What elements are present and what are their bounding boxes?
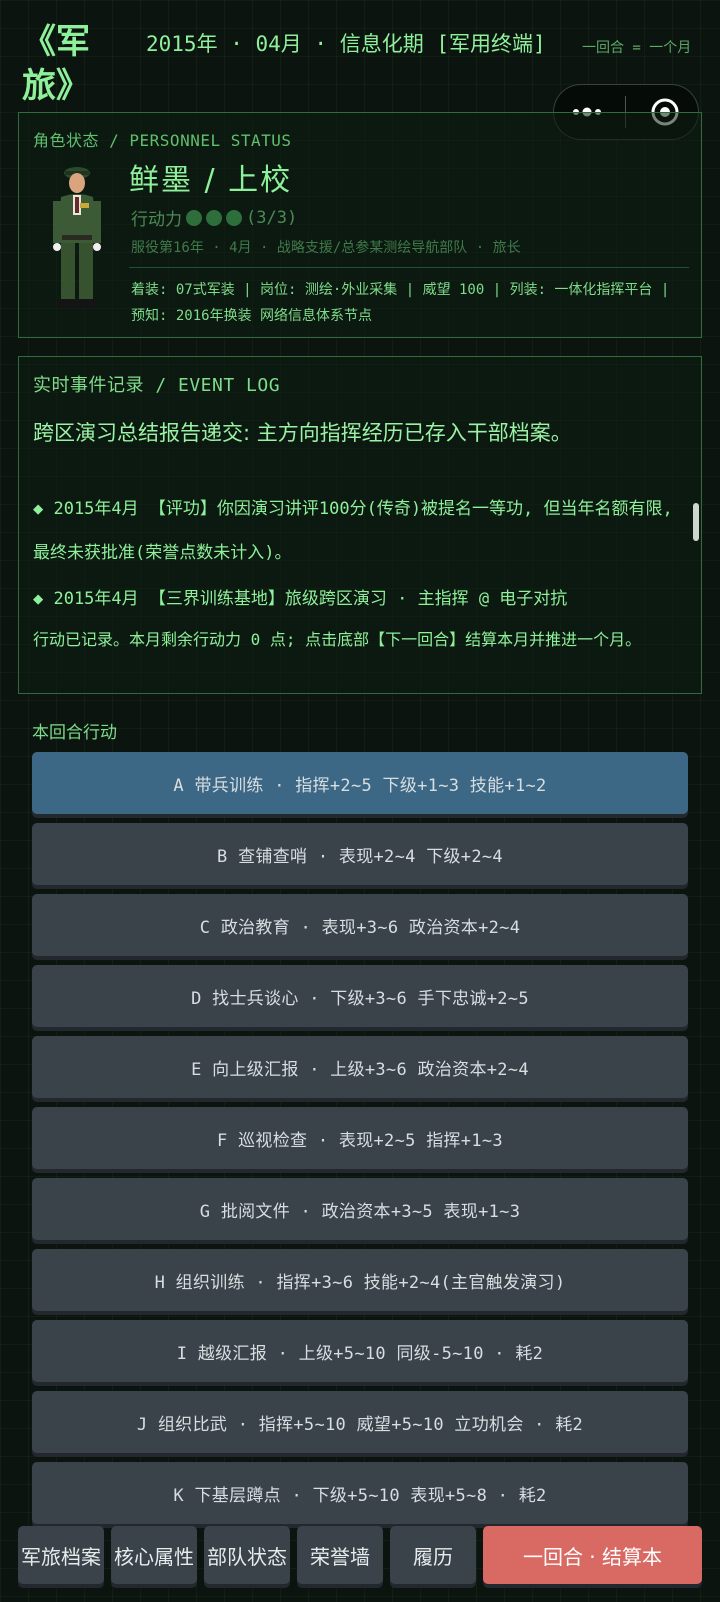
equipment-info: 着装: 07式军装 | 岗位: 测绘·外业采集 | 威望 100 | 列装: 一… xyxy=(131,282,670,324)
action-button-d[interactable]: D 找士兵谈心 · 下级+3~6 手下忠诚+2~5 xyxy=(32,965,688,1027)
action-point-dot xyxy=(206,209,222,226)
event-log-panel[interactable]: 实时事件记录 / EVENT LOG 跨区演习总结报告递交: 主方向指挥经历已存… xyxy=(18,356,702,694)
action-point-dot xyxy=(186,209,202,226)
event-headline: 跨区演习总结报告递交: 主方向指挥经历已存入干部档案。 xyxy=(33,421,572,445)
event-entry: ◆ 2015年4月 【评功】你因演习讲评100分(传奇)被提名一等功, 但当年名… xyxy=(33,499,673,563)
action-button-j[interactable]: J 组织比武 · 指挥+5~10 威望+5~10 立功机会 · 耗2 xyxy=(32,1391,688,1453)
action-point-dot xyxy=(226,209,242,226)
tab-unit-status[interactable]: 部队状态 xyxy=(204,1526,290,1584)
event-note: 行动已记录。本月剩余行动力 0 点; 点击底部【下一回合】结算本月并推进一个月。 xyxy=(33,630,642,649)
action-button-b[interactable]: B 查铺查哨 · 表现+2~4 下级+2~4 xyxy=(32,823,688,885)
bottom-tab-bar: 军旅档案 核心属性 部队状态 荣誉墙 履历 一回合 · 结算本 xyxy=(0,1512,720,1602)
action-button-h[interactable]: H 组织训练 · 指挥+3~6 技能+2~4(主官触发演习) xyxy=(32,1249,688,1311)
action-button-e[interactable]: E 向上级汇报 · 上级+3~6 政治资本+2~4 xyxy=(32,1036,688,1098)
tab-honor-wall[interactable]: 荣誉墙 xyxy=(297,1526,383,1584)
tab-history[interactable]: 履历 xyxy=(390,1526,476,1584)
tab-archive[interactable]: 军旅档案 xyxy=(18,1526,104,1584)
personnel-status-panel: 角色状态 / PERSONNEL STATUS 鲜墨 / 上校 行动力 (3/3… xyxy=(18,112,702,338)
soldier-avatar xyxy=(47,163,107,315)
action-points: 行动力 (3/3) xyxy=(131,205,298,231)
turn-note: 一回合 = 一个月 xyxy=(582,40,692,56)
next-turn-button[interactable]: 一回合 · 结算本 xyxy=(483,1526,702,1584)
action-points-value: (3/3) xyxy=(246,207,298,228)
action-button-c[interactable]: C 政治教育 · 表现+3~6 政治资本+2~4 xyxy=(32,894,688,956)
tab-attributes[interactable]: 核心属性 xyxy=(111,1526,197,1584)
character-name: 鲜墨 / 上校 xyxy=(129,163,293,198)
status-panel-title: 角色状态 / PERSONNEL STATUS xyxy=(33,131,292,150)
event-log-title: 实时事件记录 / EVENT LOG xyxy=(33,375,281,396)
actions-title: 本回合行动 xyxy=(32,723,117,743)
action-button-f[interactable]: F 巡视检查 · 表现+2~5 指挥+1~3 xyxy=(32,1107,688,1169)
action-points-label: 行动力 xyxy=(131,210,182,230)
action-button-g[interactable]: G 批阅文件 · 政治资本+3~5 表现+1~3 xyxy=(32,1178,688,1240)
event-log-scrollbar[interactable] xyxy=(693,503,699,541)
action-button-i[interactable]: I 越级汇报 · 上级+5~10 同级-5~10 · 耗2 xyxy=(32,1320,688,1382)
app-logo: 《军旅》 xyxy=(22,22,90,106)
service-info: 服役第16年 · 4月 · 战略支援/总参某测绘导航部队 · 旅长 xyxy=(131,240,521,256)
status-divider xyxy=(129,267,689,268)
action-button-a[interactable]: A 带兵训练 · 指挥+2~5 下级+1~3 技能+1~2 xyxy=(32,752,688,814)
game-date: 2015年 · 04月 · 信息化期 [军用终端] xyxy=(146,32,546,56)
event-entry: ◆ 2015年4月 【三界训练基地】旅级跨区演习 · 主指挥 @ 电子对抗 xyxy=(33,589,568,609)
